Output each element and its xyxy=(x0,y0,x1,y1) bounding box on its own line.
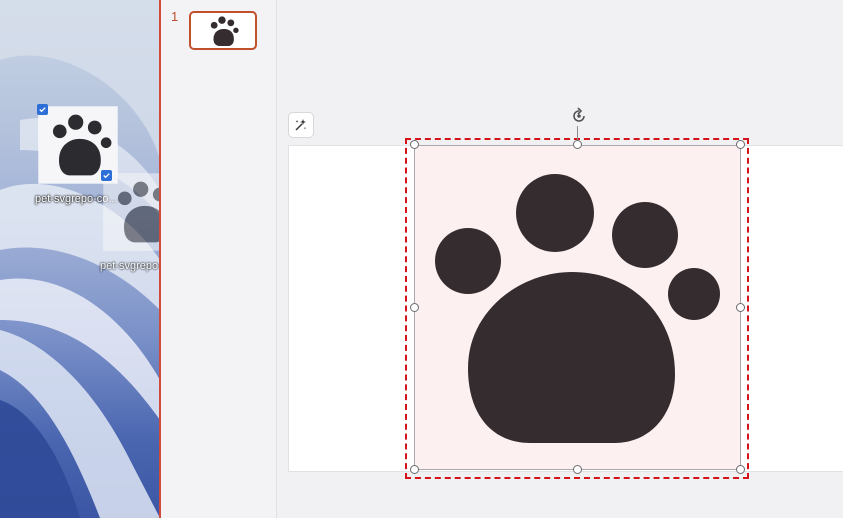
slide-thumbnail-1[interactable] xyxy=(189,11,257,50)
checkbox-checked[interactable] xyxy=(101,170,112,181)
rotate-handle[interactable] xyxy=(569,106,589,126)
desktop-wallpaper xyxy=(0,0,160,518)
paw-icon xyxy=(435,174,720,443)
rotate-icon xyxy=(573,107,585,122)
checkmark-icon xyxy=(39,107,46,113)
resize-handle-top-left[interactable] xyxy=(410,140,419,149)
selected-picture[interactable] xyxy=(414,145,741,470)
designer-button[interactable] xyxy=(288,112,314,138)
resize-handle-bottom-left[interactable] xyxy=(410,465,419,474)
wallpaper-art xyxy=(0,0,160,518)
resize-handle-top[interactable] xyxy=(573,140,582,149)
slide-thumbnail-pane[interactable] xyxy=(161,0,277,518)
resize-handle-bottom[interactable] xyxy=(573,465,582,474)
checkbox-checked[interactable] xyxy=(37,104,48,115)
resize-handle-left[interactable] xyxy=(410,303,419,312)
sparkle-wand-icon xyxy=(295,119,307,131)
slide-number: 1 xyxy=(171,9,179,24)
checkmark-icon xyxy=(103,173,110,179)
resize-handle-bottom-right[interactable] xyxy=(736,465,745,474)
resize-handle-top-right[interactable] xyxy=(736,140,745,149)
paw-icon xyxy=(210,15,239,46)
resize-handle-right[interactable] xyxy=(736,303,745,312)
